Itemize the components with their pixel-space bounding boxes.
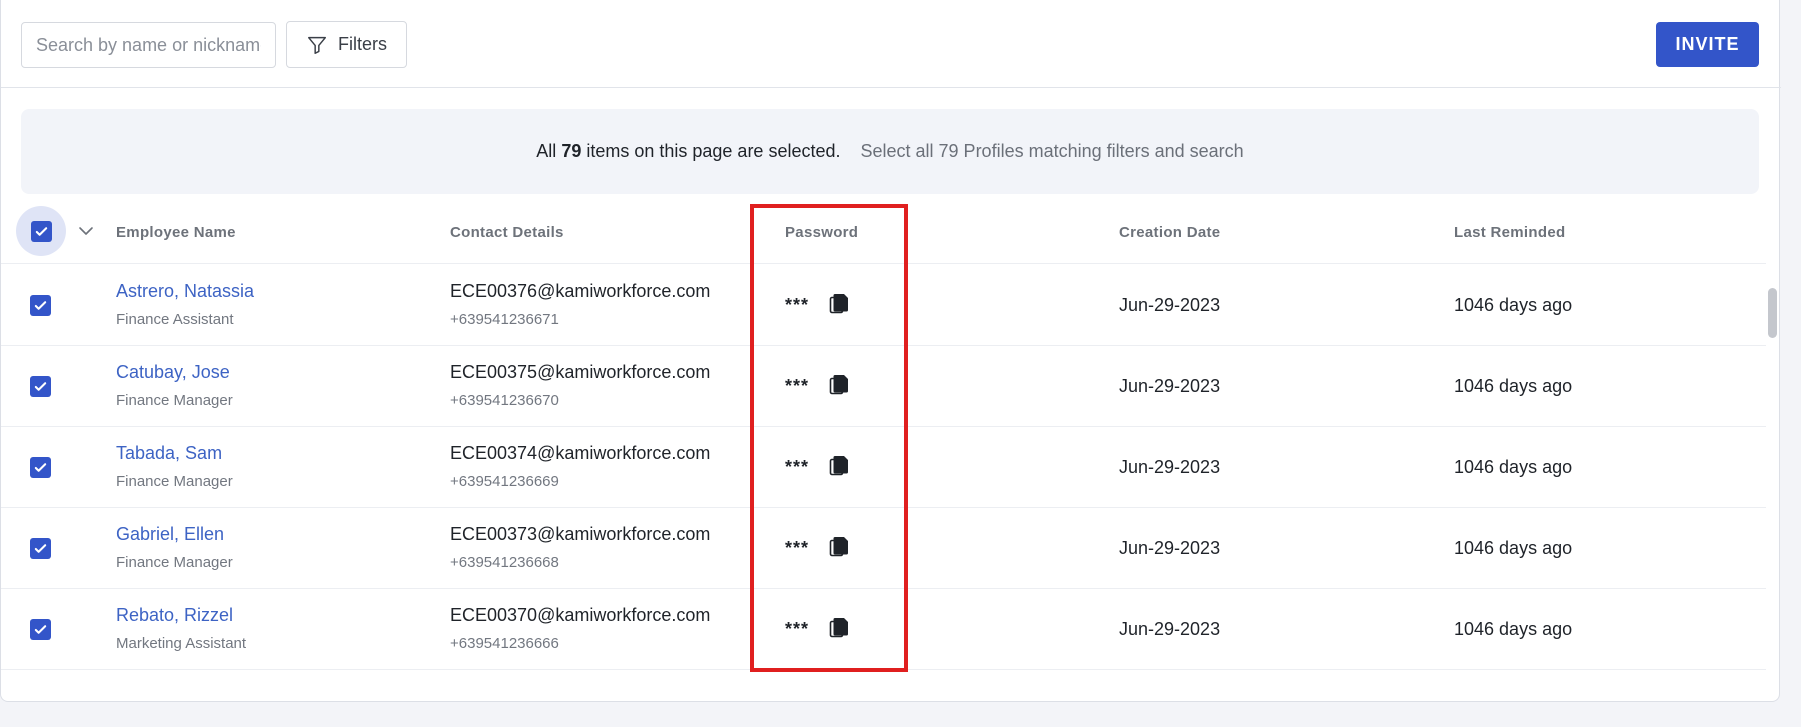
toolbar: Filters INVITE [1,0,1781,88]
creation-date: Jun-29-2023 [1119,295,1221,315]
password-masked: *** [785,619,810,639]
check-icon [35,226,47,236]
password-masked: *** [785,376,810,396]
employee-email: ECE00370@kamiworkforce.com [450,605,711,625]
table-header: Employee Name Contact Details Password C… [1,200,1766,264]
row-checkbox[interactable] [30,457,51,478]
password-masked: *** [785,457,810,477]
filters-button[interactable]: Filters [286,21,407,68]
employee-name-link[interactable]: Gabriel, Ellen [116,524,224,545]
copy-icon[interactable] [828,292,850,316]
check-icon [34,625,47,634]
column-header-last-reminded[interactable]: Last Reminded [1454,200,1565,264]
row-checkbox[interactable] [30,538,51,559]
employee-name-link[interactable]: Catubay, Jose [116,362,230,383]
column-header-password[interactable]: Password [785,200,858,264]
select-all-checkbox[interactable] [30,220,52,242]
copy-icon[interactable] [828,454,850,478]
creation-date: Jun-29-2023 [1119,538,1221,558]
last-reminded: 1046 days ago [1454,376,1573,396]
employee-role: Finance Assistant [116,311,234,328]
last-reminded: 1046 days ago [1454,295,1573,315]
invite-button[interactable]: INVITE [1656,22,1759,67]
creation-date: Jun-29-2023 [1119,457,1221,477]
employee-email: ECE00374@kamiworkforce.com [450,443,711,463]
selection-count-text: All 79 items on this page are selected. [536,141,841,161]
employee-phone: +639541236666 [450,635,559,652]
employee-role: Finance Manager [116,392,233,409]
table-row: Gabriel, Ellen Finance Manager ECE00373@… [1,508,1766,589]
search-input[interactable] [21,22,276,68]
selection-count: 79 [561,141,582,161]
employee-email: ECE00373@kamiworkforce.com [450,524,711,544]
last-reminded: 1046 days ago [1454,457,1573,477]
check-icon [34,382,47,391]
profiles-card: Filters INVITE All 79 items on this page… [0,0,1781,702]
employee-email: ECE00375@kamiworkforce.com [450,362,711,382]
table-row: Tabada, Sam Finance Manager ECE00374@kam… [1,427,1766,508]
employee-phone: +639541236671 [450,311,559,328]
last-reminded: 1046 days ago [1454,538,1573,558]
employee-phone: +639541236668 [450,554,559,571]
filters-label: Filters [338,34,387,54]
employee-name-link[interactable]: Rebato, Rizzel [116,605,233,626]
table-row: Catubay, Jose Finance Manager ECE00375@k… [1,346,1766,427]
employee-email: ECE00376@kamiworkforce.com [450,281,711,301]
row-checkbox[interactable] [30,295,51,316]
selection-banner: All 79 items on this page are selected. … [21,109,1759,194]
select-all-matching-link[interactable]: Select all 79 Profiles matching filters … [861,141,1244,162]
employee-name-link[interactable]: Tabada, Sam [116,443,222,464]
employee-role: Finance Manager [116,554,233,571]
copy-icon[interactable] [828,373,850,397]
column-header-contact-details[interactable]: Contact Details [450,200,564,264]
check-icon [34,544,47,553]
select-all-checkbox-wrap [16,206,66,256]
employee-role: Marketing Assistant [116,635,247,652]
password-masked: *** [785,538,810,558]
column-header-creation-date[interactable]: Creation Date [1119,200,1220,264]
password-masked: *** [785,295,810,315]
creation-date: Jun-29-2023 [1119,376,1221,396]
employee-phone: +639541236669 [450,473,559,490]
check-icon [34,463,47,472]
creation-date: Jun-29-2023 [1119,619,1221,639]
employee-name-link[interactable]: Astrero, Natassia [116,281,254,302]
scrollbar-thumb[interactable] [1768,288,1777,338]
column-header-employee-name[interactable]: Employee Name [116,200,236,264]
copy-icon[interactable] [828,535,850,559]
row-checkbox[interactable] [30,376,51,397]
filter-icon [308,36,326,54]
chevron-down-icon[interactable] [77,222,95,240]
table-row: Rebato, Rizzel Marketing Assistant ECE00… [1,589,1766,670]
last-reminded: 1046 days ago [1454,619,1573,639]
row-checkbox[interactable] [30,619,51,640]
check-icon [34,301,47,310]
table-row: Astrero, Natassia Finance Assistant ECE0… [1,265,1766,346]
employee-phone: +639541236670 [450,392,559,409]
employee-role: Finance Manager [116,473,233,490]
copy-icon[interactable] [828,616,850,640]
